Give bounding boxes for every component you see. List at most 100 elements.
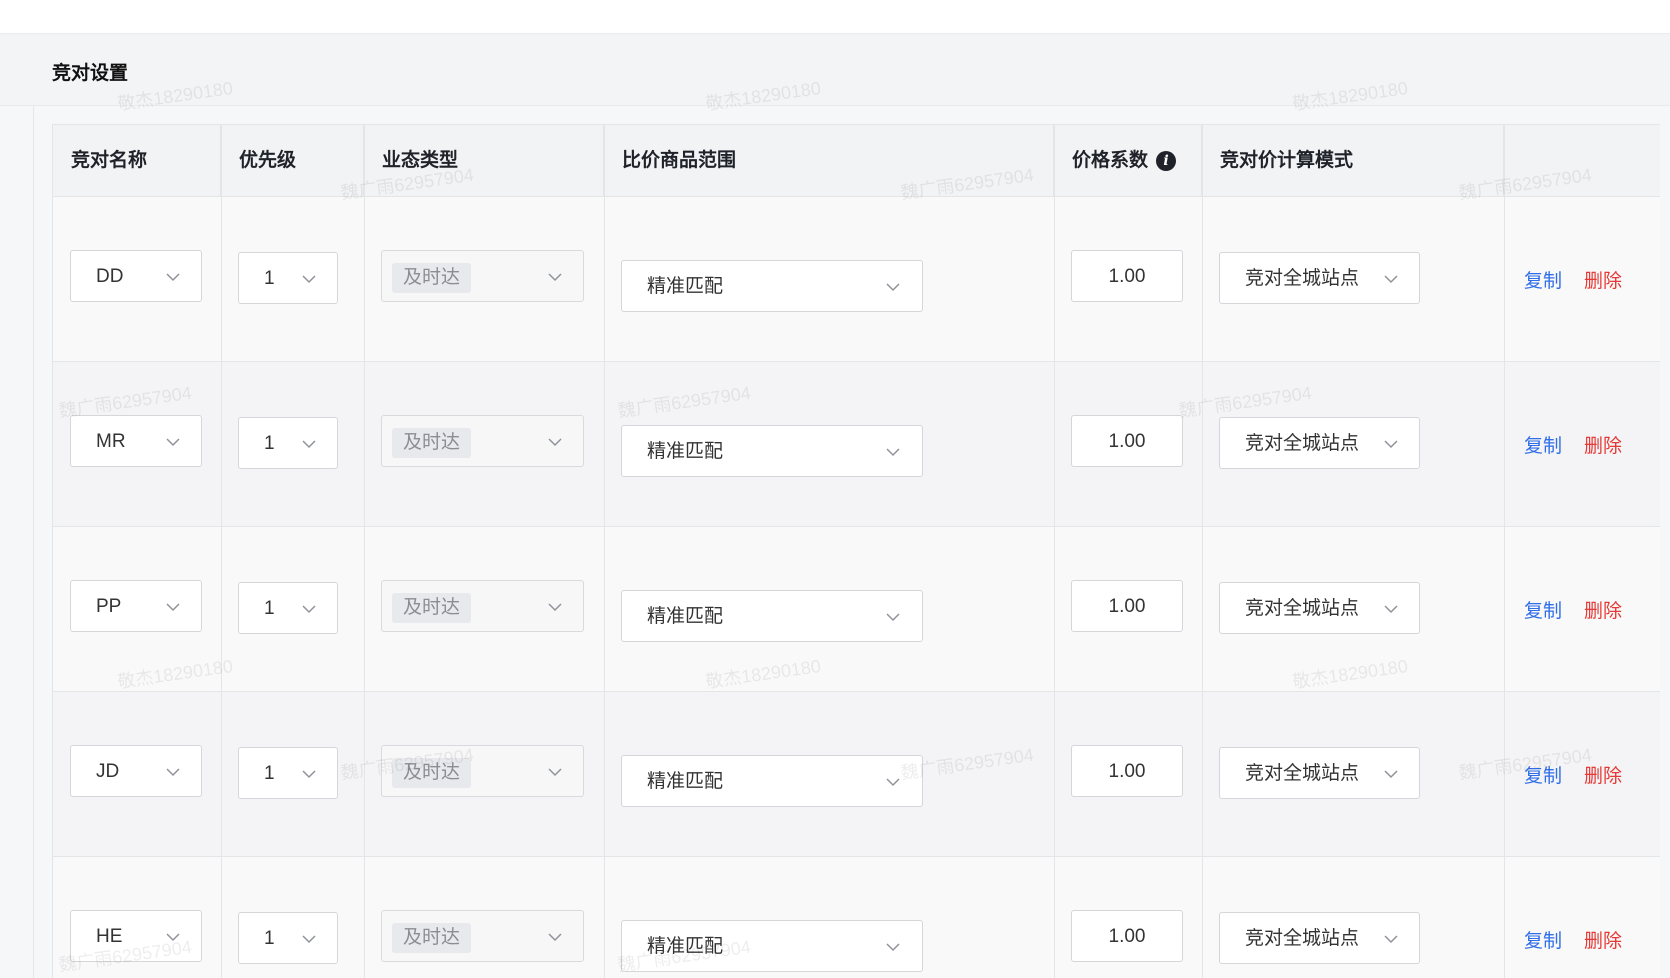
column-divider <box>1504 125 1505 978</box>
calc-mode-select[interactable]: 竞对全城站点 <box>1219 252 1420 304</box>
competitor-table: 竞对名称 优先级 业态类型 比价商品范围 价格系数 i 竞对价计算模式 DD 1 及时… <box>52 124 1660 978</box>
business-type-select[interactable]: 及时达 <box>381 745 584 797</box>
column-divider <box>1054 125 1055 978</box>
chevron-down-icon <box>166 433 180 447</box>
column-divider <box>604 125 605 978</box>
priority-value: 1 <box>264 928 275 949</box>
copy-link[interactable]: 复制 <box>1524 596 1562 623</box>
chevron-down-icon <box>548 268 562 282</box>
chevron-down-icon <box>886 938 900 952</box>
header-price-factor: 价格系数 i <box>1054 125 1202 197</box>
calc-mode-select[interactable]: 竞对全城站点 <box>1219 582 1420 634</box>
priority-value: 1 <box>264 268 275 289</box>
calc-mode-select[interactable]: 竞对全城站点 <box>1219 747 1420 799</box>
compare-scope-select[interactable]: 精准匹配 <box>621 590 923 642</box>
business-type-select[interactable]: 及时达 <box>381 415 584 467</box>
competitor-name-select[interactable]: DD <box>70 250 202 302</box>
business-type-select[interactable]: 及时达 <box>381 580 584 632</box>
delete-link[interactable]: 删除 <box>1584 596 1622 623</box>
compare-scope-select[interactable]: 精准匹配 <box>621 260 923 312</box>
business-type-select[interactable]: 及时达 <box>381 910 584 962</box>
header-compare-scope: 比价商品范围 <box>604 125 1054 197</box>
header-business-type: 业态类型 <box>364 125 604 197</box>
competitor-name-select[interactable]: MR <box>70 415 202 467</box>
compare-scope-select[interactable]: 精准匹配 <box>621 755 923 807</box>
business-type-tag: 及时达 <box>392 758 472 788</box>
header-priority: 优先级 <box>221 125 364 197</box>
priority-select[interactable]: 1 <box>238 417 338 469</box>
competitor-name-select[interactable]: JD <box>70 745 202 797</box>
competitor-name-value: PP <box>96 596 122 617</box>
chevron-down-icon <box>166 763 180 777</box>
chevron-down-icon <box>302 765 316 779</box>
priority-value: 1 <box>264 598 275 619</box>
price-factor-input[interactable]: 1.00 <box>1071 580 1183 632</box>
chevron-down-icon <box>886 443 900 457</box>
chevron-down-icon <box>166 928 180 942</box>
chevron-down-icon <box>1384 765 1398 779</box>
delete-link[interactable]: 删除 <box>1584 266 1622 293</box>
price-factor-input[interactable]: 1.00 <box>1071 415 1183 467</box>
chevron-down-icon <box>302 600 316 614</box>
compare-scope-value: 精准匹配 <box>647 771 724 792</box>
chevron-down-icon <box>548 433 562 447</box>
competitor-name-select[interactable]: HE <box>70 910 202 962</box>
delete-link[interactable]: 删除 <box>1584 431 1622 458</box>
priority-value: 1 <box>264 433 275 454</box>
priority-select[interactable]: 1 <box>238 912 338 964</box>
section-title: 竞对设置 <box>52 63 129 84</box>
business-type-tag: 及时达 <box>392 923 472 953</box>
chevron-down-icon <box>1384 600 1398 614</box>
header-name: 竞对名称 <box>53 125 221 197</box>
priority-value: 1 <box>264 763 275 784</box>
chevron-down-icon <box>302 270 316 284</box>
business-type-select[interactable]: 及时达 <box>381 250 584 302</box>
calc-mode-select[interactable]: 竞对全城站点 <box>1219 417 1420 469</box>
header-actions <box>1504 125 1660 197</box>
table-row: MR 1 及时达 精准匹配 1.00 竞对全城站点 复制 删除 <box>53 362 1660 527</box>
competitor-name-value: HE <box>96 926 123 947</box>
header-price-factor-label: 价格系数 <box>1072 150 1149 171</box>
table-row: DD 1 及时达 精准匹配 1.00 竞对全城站点 复制 删除 <box>53 197 1660 362</box>
chevron-down-icon <box>1384 435 1398 449</box>
copy-link[interactable]: 复制 <box>1524 926 1562 953</box>
delete-link[interactable]: 删除 <box>1584 761 1622 788</box>
competitor-name-value: JD <box>96 761 120 782</box>
priority-select[interactable]: 1 <box>238 252 338 304</box>
top-bar <box>0 0 1670 34</box>
copy-link[interactable]: 复制 <box>1524 266 1562 293</box>
calc-mode-value: 竞对全城站点 <box>1245 928 1360 949</box>
chevron-down-icon <box>548 598 562 612</box>
chevron-down-icon <box>886 773 900 787</box>
calc-mode-select[interactable]: 竞对全城站点 <box>1219 912 1420 964</box>
priority-select[interactable]: 1 <box>238 582 338 634</box>
chevron-down-icon <box>548 763 562 777</box>
chevron-down-icon <box>166 598 180 612</box>
priority-select[interactable]: 1 <box>238 747 338 799</box>
table-row: HE 1 及时达 精准匹配 1.00 竞对全城站点 复制 删除 <box>53 857 1660 978</box>
chevron-down-icon <box>548 928 562 942</box>
chevron-down-icon <box>886 278 900 292</box>
price-factor-input[interactable]: 1.00 <box>1071 250 1183 302</box>
chevron-down-icon <box>886 608 900 622</box>
price-factor-input[interactable]: 1.00 <box>1071 910 1183 962</box>
column-divider <box>1202 125 1203 978</box>
competitor-name-select[interactable]: PP <box>70 580 202 632</box>
calc-mode-value: 竞对全城站点 <box>1245 433 1360 454</box>
compare-scope-value: 精准匹配 <box>647 276 724 297</box>
delete-link[interactable]: 删除 <box>1584 926 1622 953</box>
divider <box>33 106 34 978</box>
competitor-name-value: DD <box>96 266 124 287</box>
page: 竞对设置 竞对名称 优先级 业态类型 比价商品范围 价格系数 i 竞对价计算模式 … <box>0 0 1670 978</box>
compare-scope-value: 精准匹配 <box>647 606 724 627</box>
info-icon[interactable]: i <box>1156 150 1177 171</box>
compare-scope-select[interactable]: 精准匹配 <box>621 920 923 972</box>
copy-link[interactable]: 复制 <box>1524 761 1562 788</box>
price-factor-input[interactable]: 1.00 <box>1071 745 1183 797</box>
compare-scope-value: 精准匹配 <box>647 936 724 957</box>
compare-scope-value: 精准匹配 <box>647 441 724 462</box>
chevron-down-icon <box>166 268 180 282</box>
compare-scope-select[interactable]: 精准匹配 <box>621 425 923 477</box>
copy-link[interactable]: 复制 <box>1524 431 1562 458</box>
table-row: JD 1 及时达 精准匹配 1.00 竞对全城站点 复制 删除 <box>53 692 1660 857</box>
